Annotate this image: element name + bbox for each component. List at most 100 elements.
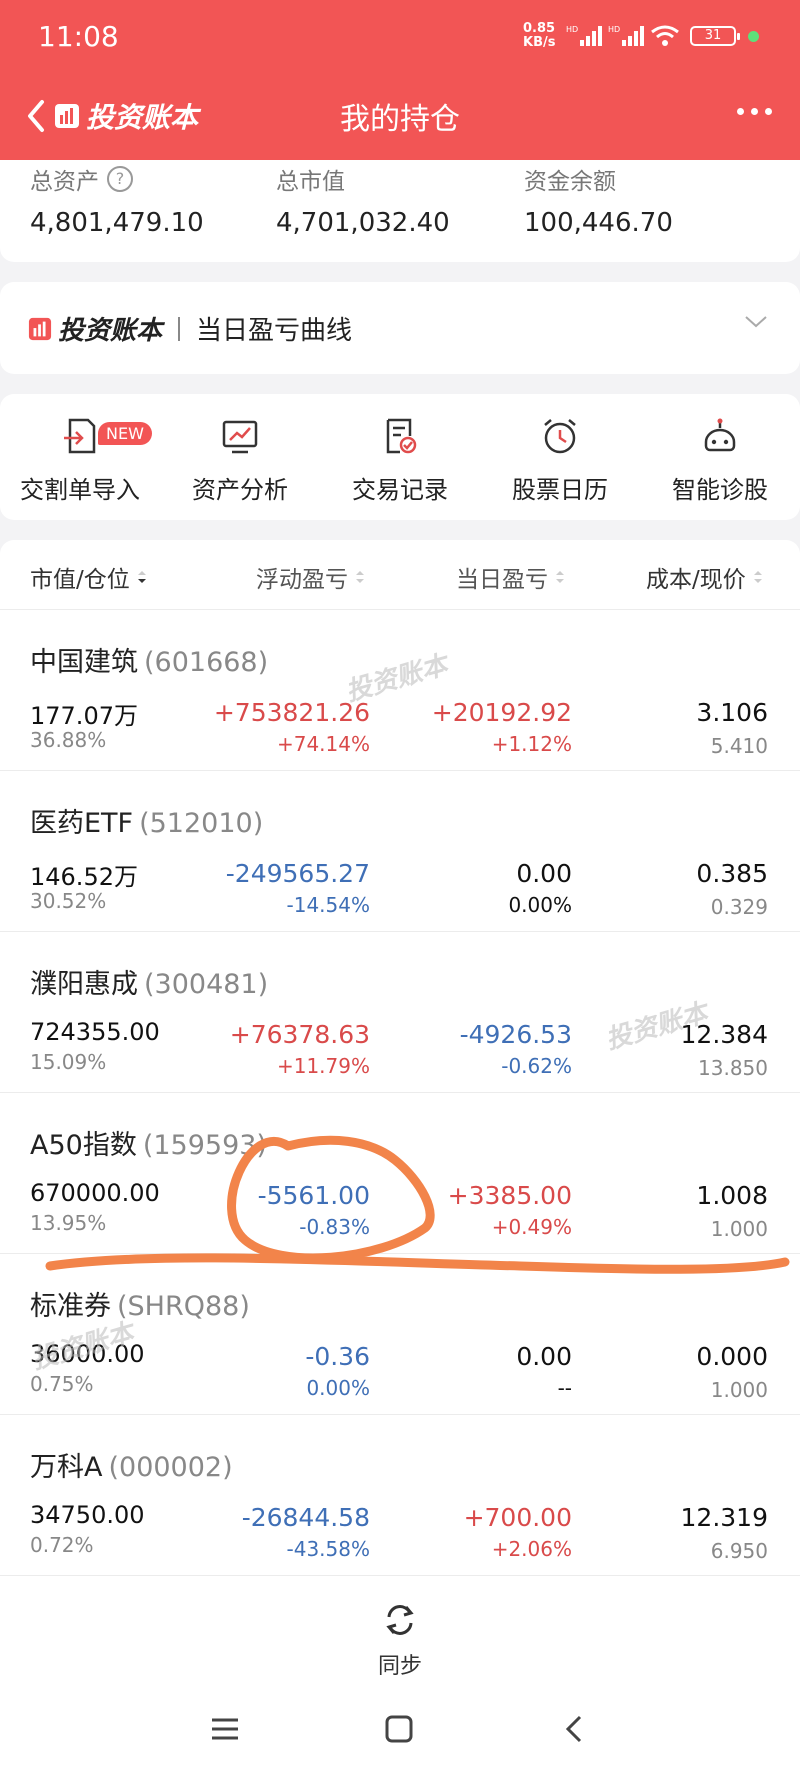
day-pl-pct: +2.06% [491, 1537, 572, 1561]
tool-asset-analysis[interactable]: 资产分析 [160, 416, 320, 505]
table-row[interactable]: 医药ETF (512010) 146.52万 30.52% -249565.27 … [0, 771, 800, 932]
stock-name: 万科A [30, 1452, 103, 1483]
market-value: 34750.00 [30, 1501, 145, 1529]
market-value: 724355.00 [30, 1018, 160, 1046]
system-nav-bar [0, 1688, 800, 1778]
float-pl-pct: -14.54% [286, 893, 370, 917]
float-pl-pct: +11.79% [276, 1054, 370, 1078]
signal-icon-2: HD [608, 25, 644, 46]
chevron-down-icon[interactable] [744, 314, 768, 330]
market-value: 177.07万 [30, 702, 138, 730]
day-pl: +20192.92 [431, 698, 572, 727]
table-header: 市值/仓位 浮动盈亏 当日盈亏 成本/现价 [0, 540, 800, 610]
position-pct: 13.95% [30, 1211, 107, 1235]
day-pl-pct: +0.49% [491, 1215, 572, 1239]
robot-icon [704, 418, 736, 452]
day-pl: -4926.53 [459, 1020, 572, 1049]
position-pct: 30.52% [30, 889, 107, 913]
float-pl: -26844.58 [241, 1503, 370, 1532]
sort-icon [356, 571, 364, 583]
float-pl-pct: -0.83% [299, 1215, 370, 1239]
tool-stock-calendar[interactable]: 股票日历 [480, 416, 640, 505]
new-badge: NEW [98, 422, 152, 445]
cost: 0.385 [696, 859, 768, 888]
current-price: 6.950 [710, 1539, 768, 1563]
float-pl: -0.36 [305, 1342, 370, 1371]
daily-pl-curve-card[interactable]: 投资账本 当日盈亏曲线 [0, 282, 800, 374]
day-pl: 0.00 [516, 859, 572, 888]
app-header: 11:08 0.85 KB/s HD HD 31 投资账本 我的持仓 [0, 0, 800, 160]
sort-icon [556, 571, 564, 583]
current-price: 0.329 [710, 895, 768, 919]
nav-bar: 投资账本 我的持仓 [0, 72, 800, 160]
tool-smart-diagnosis[interactable]: 智能诊股 [640, 416, 800, 505]
day-pl-pct: -0.62% [501, 1054, 572, 1078]
help-icon[interactable]: ? [107, 166, 133, 192]
stock-name: 濮阳惠成 [30, 969, 138, 1000]
cash-balance: 资金余额 100,446.70 [524, 169, 673, 238]
sort-day-pl[interactable]: 当日盈亏 [456, 560, 566, 594]
day-pl-pct: 0.00% [508, 893, 572, 917]
current-price: 1.000 [710, 1378, 768, 1402]
battery-icon: 31 [690, 26, 740, 46]
stock-code: (601668) [144, 647, 269, 678]
alarm-clock-icon [544, 419, 576, 454]
asset-summary: 总资产? 4,801,479.10 总市值 4,701,032.40 资金余额 … [0, 160, 800, 262]
market-value: 670000.00 [30, 1179, 160, 1207]
float-pl: +76378.63 [229, 1020, 370, 1049]
ledger-logo-icon [28, 317, 52, 340]
day-pl: 0.00 [516, 1342, 572, 1371]
stock-name: 医药ETF [30, 808, 134, 839]
table-row[interactable]: A50指数 (159593) 670000.00 13.95% -5561.00 … [0, 1093, 800, 1254]
stock-code: (159593) [142, 1130, 267, 1161]
float-pl: +753821.26 [213, 698, 370, 727]
back-nav-icon[interactable] [560, 1714, 590, 1744]
stock-code: (512010) [139, 808, 264, 839]
table-row[interactable]: 万科A (000002) 34750.00 0.72% -26844.58 -43… [0, 1415, 800, 1576]
sync-button[interactable]: 同步 [0, 1578, 800, 1688]
more-icon[interactable] [737, 108, 772, 115]
sort-cost-price[interactable]: 成本/现价 [646, 560, 764, 594]
home-icon[interactable] [384, 1714, 414, 1744]
brand-logo[interactable]: 投资账本 [54, 96, 198, 136]
market-value: 总市值 4,701,032.40 [276, 169, 450, 238]
sort-market-value[interactable]: 市值/仓位 [30, 560, 148, 594]
current-price: 13.850 [698, 1056, 768, 1080]
status-dot [748, 31, 759, 42]
back-icon[interactable] [22, 94, 52, 138]
menu-icon[interactable] [210, 1714, 240, 1744]
market-value: 146.52万 [30, 863, 138, 891]
divider [178, 316, 181, 341]
tool-trade-records[interactable]: 交易记录 [320, 416, 480, 505]
ledger-logo-icon [55, 104, 79, 128]
status-bar: 11:08 0.85 KB/s HD HD 31 [0, 0, 800, 72]
cost: 1.008 [696, 1181, 768, 1210]
day-pl: +700.00 [463, 1503, 572, 1532]
day-pl-pct: -- [557, 1376, 572, 1400]
holdings-list: 市值/仓位 浮动盈亏 当日盈亏 成本/现价 中国建筑 (601668) 177.0… [0, 540, 800, 1578]
tool-import[interactable]: 交割单导入 NEW [0, 416, 160, 505]
float-pl-pct: -43.58% [286, 1537, 370, 1561]
sort-icon [753, 571, 762, 583]
chart-monitor-icon [222, 420, 258, 454]
svg-text:HD: HD [566, 25, 578, 34]
stock-name: 中国建筑 [30, 647, 138, 678]
stock-name: 标准券 [30, 1291, 111, 1322]
float-pl-pct: +74.14% [276, 732, 370, 756]
position-pct: 36.88% [30, 728, 107, 752]
day-pl-pct: +1.12% [491, 732, 572, 756]
status-time: 11:08 [38, 20, 119, 53]
import-icon [64, 418, 96, 454]
signal-icon: HD [566, 25, 602, 46]
position-pct: 15.09% [30, 1050, 107, 1074]
sync-icon [386, 1605, 414, 1635]
sort-float-pl[interactable]: 浮动盈亏 [256, 560, 366, 594]
sort-desc-icon [137, 571, 146, 583]
position-pct: 0.72% [30, 1533, 94, 1557]
current-price: 5.410 [710, 734, 768, 758]
stock-code: (SHRQ88) [117, 1291, 250, 1322]
wifi-icon [651, 25, 679, 46]
stock-code: (000002) [108, 1452, 233, 1483]
tools-row: 交割单导入 NEW 资产分析 交易记录 股票日历 智能诊股 [0, 394, 800, 520]
net-speed: 0.85 KB/s [523, 21, 556, 50]
